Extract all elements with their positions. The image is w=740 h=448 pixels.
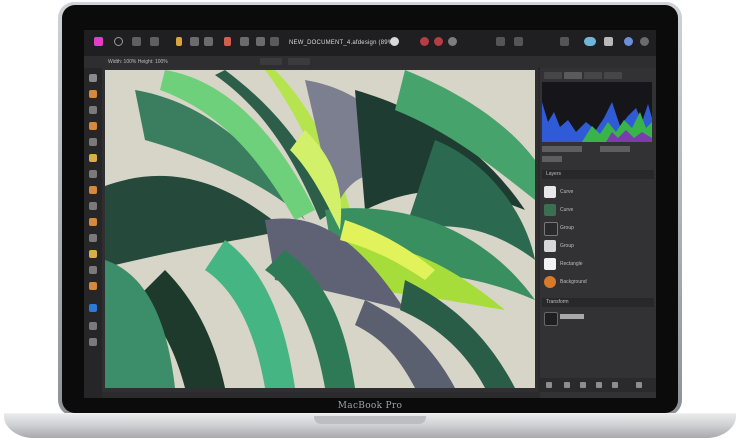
color-red2-icon[interactable] <box>434 37 443 46</box>
grid-icon[interactable] <box>496 37 505 46</box>
transform-value <box>560 314 584 319</box>
view-icon[interactable] <box>390 37 399 46</box>
zoom-icon[interactable] <box>560 37 569 46</box>
context-bar-text: Width: 100% Height: 100% <box>108 59 168 65</box>
layer-row[interactable]: Curve <box>542 184 652 201</box>
layer-row[interactable]: Rectangle <box>542 256 652 273</box>
fx-icon[interactable] <box>612 382 618 388</box>
panel-info-label <box>600 146 630 152</box>
layer-thumbnail <box>544 186 556 198</box>
transform-thumbnail <box>544 312 558 326</box>
zoom-tool-icon[interactable] <box>89 234 97 242</box>
shape-tool-icon[interactable] <box>89 202 97 210</box>
guides-icon[interactable] <box>514 37 523 46</box>
laptop-notch <box>314 416 426 424</box>
snapping-icon[interactable] <box>204 37 213 46</box>
layer-row[interactable]: Background <box>542 274 652 291</box>
extra-tool-icon[interactable] <box>89 322 97 330</box>
node-tool-icon[interactable] <box>89 90 97 98</box>
boolean-icon[interactable] <box>240 37 249 46</box>
right-panel: Layers Curve Curve Group Group Rectangle… <box>540 68 656 398</box>
extra2-tool-icon[interactable] <box>89 338 97 346</box>
canvas-artwork[interactable] <box>105 70 535 388</box>
canvas-area[interactable] <box>102 68 538 392</box>
layers-section-label: Layers <box>546 171 562 177</box>
mask-icon[interactable] <box>596 382 602 388</box>
layer-label: Group <box>560 225 574 231</box>
view-tool-icon[interactable] <box>89 266 97 274</box>
app-window: NEW_DOCUMENT_4.afdesign (89%) Width: 100… <box>84 30 656 398</box>
settings-icon[interactable] <box>624 37 633 46</box>
color-red-icon[interactable] <box>420 37 429 46</box>
trash-icon[interactable] <box>636 382 642 388</box>
abstract-artwork <box>105 70 535 388</box>
context-option[interactable] <box>288 58 310 65</box>
cloud-icon[interactable] <box>584 37 596 46</box>
panel-tab-histogram[interactable] <box>544 72 562 79</box>
swatch-tool-icon[interactable] <box>89 304 97 312</box>
align-icon[interactable] <box>224 37 231 46</box>
designer-icon[interactable] <box>132 37 141 46</box>
document-title: NEW_DOCUMENT_4.afdesign (89%) <box>289 40 396 46</box>
color-gray-icon[interactable] <box>448 37 457 46</box>
panel-tab-swatches[interactable] <box>584 72 602 79</box>
contour-tool-icon[interactable] <box>89 282 97 290</box>
transform-row[interactable] <box>542 310 652 327</box>
panel-tab-color[interactable] <box>564 72 582 79</box>
layer-thumbnail <box>544 222 558 236</box>
brush-tool-icon[interactable] <box>89 138 97 146</box>
help-icon[interactable] <box>640 37 649 46</box>
layer-thumbnail <box>544 240 556 252</box>
export-icon[interactable] <box>150 37 159 46</box>
color-tool-icon[interactable] <box>89 250 97 258</box>
layer-row[interactable]: Group <box>542 238 652 255</box>
layer-label: Background <box>560 279 587 285</box>
layer-label: Group <box>560 243 574 249</box>
layer-row[interactable]: Curve <box>542 202 652 219</box>
context-option[interactable] <box>260 58 282 65</box>
layer-row[interactable]: Group <box>542 220 652 237</box>
tools-column <box>84 68 102 398</box>
add-layer-icon[interactable] <box>546 382 552 388</box>
panel-info-label <box>542 156 562 162</box>
transform-section-label: Transform <box>546 299 569 305</box>
app-icon[interactable] <box>94 37 103 46</box>
text-tool-icon[interactable] <box>89 218 97 226</box>
move-tool-icon[interactable] <box>89 74 97 82</box>
insert-icon[interactable] <box>270 37 279 46</box>
pencil-tool-icon[interactable] <box>89 122 97 130</box>
adjust-icon[interactable] <box>580 382 586 388</box>
layer-label: Curve <box>560 207 574 213</box>
arrange-icon[interactable] <box>256 37 265 46</box>
layer-label: Curve <box>560 189 574 195</box>
group-icon[interactable] <box>564 382 570 388</box>
panel-footer <box>540 378 656 392</box>
layer-thumbnail <box>544 204 556 216</box>
main-toolbar: NEW_DOCUMENT_4.afdesign (89%) <box>84 30 656 57</box>
panel-tab-brushes[interactable] <box>604 72 622 79</box>
pen-tool-icon[interactable] <box>89 106 97 114</box>
share-icon[interactable] <box>604 37 613 46</box>
undo-icon[interactable] <box>176 37 182 46</box>
histogram <box>542 82 652 142</box>
brand-label: MacBook Pro <box>337 401 403 411</box>
panel-info-label <box>542 146 582 152</box>
persona-icon[interactable] <box>114 37 123 46</box>
fill-tool-icon[interactable] <box>89 154 97 162</box>
layer-label: Rectangle <box>560 261 583 267</box>
redo-icon[interactable] <box>190 37 199 46</box>
layer-thumbnail <box>544 258 556 270</box>
transparency-tool-icon[interactable] <box>89 170 97 178</box>
crop-tool-icon[interactable] <box>89 186 97 194</box>
layer-thumbnail <box>544 276 556 288</box>
